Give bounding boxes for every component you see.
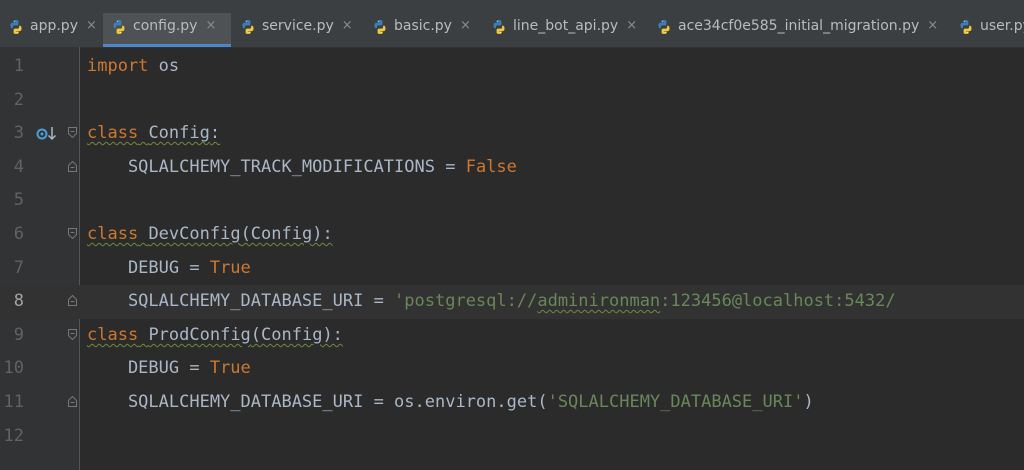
overridden-method-icon[interactable] [36,126,58,142]
code-line[interactable]: 1 import os [0,50,1024,84]
tab-line-bot-api-py[interactable]: line_bot_api.py × [483,13,645,47]
base-class: (Config): [250,324,343,345]
python-file-icon [372,19,388,35]
keyword: import [87,56,149,76]
code-line[interactable]: 10 DEBUG = True [0,352,1024,386]
tab-label: ace34cf0e585_initial_migration.py [678,18,920,34]
code-text[interactable]: SQLALCHEMY_TRACK_MODIFICATIONS = False [87,151,517,185]
keyword: True [209,257,251,278]
tab-label: line_bot_api.py [513,18,619,34]
editor-tab-bar: app.py × config.py × service.py × basic.… [0,0,1024,48]
identifier: SQLALCHEMY_TRACK_MODIFICATIONS = [87,156,466,177]
tab-label: service.py [262,18,334,34]
code-line[interactable]: 12 [0,420,1024,454]
tab-label: user.py [980,18,1024,34]
code-text[interactable]: DEBUG = True [87,352,251,386]
keyword: True [209,358,251,379]
line-number: 3 [13,123,24,144]
string-literal: 'postgresql:// [394,291,538,312]
tab-user-py[interactable]: user.py [950,13,1024,47]
fold-end-icon[interactable] [68,161,77,172]
base-class: (Config): [240,224,333,244]
fold-icon[interactable] [68,329,77,340]
python-file-icon [491,19,507,35]
keyword: class [87,224,139,244]
code-line[interactable]: 9 class ProdConfig(Config): [0,319,1024,353]
python-file-icon [656,19,672,35]
close-icon[interactable]: × [86,18,97,33]
tab-config-py[interactable]: config.py × [103,13,231,47]
line-number: 2 [13,89,24,110]
line-number: 8 [13,291,24,312]
fold-end-icon[interactable] [68,295,77,306]
close-icon[interactable]: × [460,18,471,33]
tab-initial-migration-py[interactable]: ace34cf0e585_initial_migration.py × [648,13,945,47]
close-icon[interactable]: × [927,18,938,33]
line-number: 9 [13,324,24,345]
keyword: False [465,156,517,177]
code-line[interactable]: 4 SQLALCHEMY_TRACK_MODIFICATIONS = False [0,151,1024,185]
tab-label: app.py [30,18,78,34]
string-literal: :123456@localhost:5432/ [660,291,896,312]
code-line[interactable]: 11 SQLALCHEMY_DATABASE_URI = os.environ.… [0,386,1024,420]
tab-label: basic.py [394,18,452,34]
close-icon[interactable]: × [626,18,637,33]
tab-app-py[interactable]: app.py × [0,13,102,47]
code-line[interactable]: 5 [0,184,1024,218]
line-number: 6 [13,224,24,244]
code-line[interactable]: 2 [0,84,1024,118]
string-literal-typo: adminironman [537,291,661,312]
tab-basic-py[interactable]: basic.py × [364,13,479,47]
fold-end-icon[interactable] [68,396,77,407]
python-file-icon [8,19,24,35]
fold-icon[interactable] [68,228,77,239]
code-line[interactable]: 6 class DevConfig(Config): [0,218,1024,252]
current-code-line[interactable]: 8 SQLALCHEMY_DATABASE_URI = 'postgresql:… [0,285,1024,319]
punctuation: : [209,123,221,144]
keyword: class [87,123,139,144]
python-file-icon [111,19,127,35]
fold-icon[interactable] [68,127,77,138]
tab-label: config.py [133,18,198,34]
close-icon[interactable]: × [205,18,216,33]
line-number: 10 [3,358,24,379]
code-editor[interactable]: 1 import os 2 3 class Config: 4 SQLALCHE… [0,47,1024,470]
class-name: ProdConfig [148,324,251,345]
line-number: 1 [13,56,24,76]
line-number: 11 [3,392,24,412]
line-number: 5 [13,190,24,211]
code-text[interactable]: SQLALCHEMY_DATABASE_URI = os.environ.get… [87,386,814,420]
identifier: os [148,56,180,76]
python-file-icon [240,19,256,35]
code-line[interactable]: 3 class Config: [0,117,1024,151]
code-text[interactable]: class ProdConfig(Config): [87,319,343,353]
line-number: 4 [13,156,24,177]
identifier: SQLALCHEMY_DATABASE_URI = [87,291,395,312]
string-literal: 'SQLALCHEMY_DATABASE_URI' [547,392,804,412]
code-line[interactable]: 7 DEBUG = True [0,252,1024,286]
identifier: SQLALCHEMY_DATABASE_URI = os.environ.get… [87,392,548,412]
close-icon[interactable]: × [342,18,353,33]
code-text[interactable]: SQLALCHEMY_DATABASE_URI = 'postgresql://… [87,285,896,319]
identifier: DEBUG = [87,257,210,278]
python-file-icon [958,19,974,35]
code-text[interactable]: class Config: [87,117,220,151]
line-number: 7 [13,257,24,278]
tab-service-py[interactable]: service.py × [232,13,359,47]
code-text[interactable]: DEBUG = True [87,252,251,286]
keyword: class [87,324,139,345]
code-text[interactable]: import os [87,50,179,84]
punctuation: ) [803,392,814,412]
code-text[interactable]: class DevConfig(Config): [87,218,333,252]
line-number: 12 [3,425,24,446]
class-name: Config [148,123,210,144]
identifier: DEBUG = [87,358,210,379]
class-name: DevConfig [148,224,241,244]
